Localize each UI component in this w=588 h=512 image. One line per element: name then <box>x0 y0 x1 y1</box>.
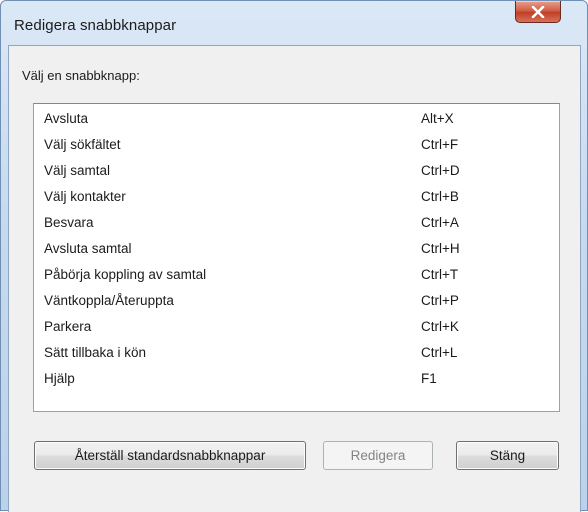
shortcut-command: Sätt tillbaka i kön <box>44 345 147 360</box>
shortcut-row[interactable]: Hjälp F1 <box>34 367 559 393</box>
title-bar[interactable]: Redigera snabbknappar <box>1 1 587 45</box>
shortcut-key: Alt+X <box>421 111 454 126</box>
shortcut-row[interactable]: Parkera Ctrl+K <box>34 315 559 341</box>
shortcut-key: Ctrl+A <box>421 215 459 230</box>
dialog-window: Redigera snabbknappar Välj en snabbknapp… <box>0 0 588 512</box>
window-title: Redigera snabbknappar <box>14 17 177 34</box>
shortcut-command: Påbörja koppling av samtal <box>44 267 207 282</box>
shortcut-command: Hjälp <box>44 371 75 386</box>
shortcut-command: Väntkoppla/Återuppta <box>44 293 174 308</box>
dialog-body: Välj en snabbknapp: Avsluta Alt+X Välj s… <box>8 45 581 512</box>
shortcut-row[interactable]: Avsluta samtal Ctrl+H <box>34 237 559 263</box>
shortcut-key: Ctrl+L <box>421 345 458 360</box>
shortcut-row[interactable]: Väntkoppla/Återuppta Ctrl+P <box>34 289 559 315</box>
window-close-button[interactable] <box>515 1 561 23</box>
shortcut-key: Ctrl+T <box>421 267 459 282</box>
shortcut-row[interactable]: Avsluta Alt+X <box>34 107 559 133</box>
shortcut-command: Välj kontakter <box>44 189 126 204</box>
close-button[interactable]: Stäng <box>456 441 559 470</box>
shortcut-key: Ctrl+B <box>421 189 459 204</box>
shortcut-key: F1 <box>421 371 437 386</box>
shortcut-command: Välj samtal <box>44 163 111 178</box>
shortcut-row[interactable]: Välj sökfältet Ctrl+F <box>34 133 559 159</box>
edit-button[interactable]: Redigera <box>323 441 433 470</box>
shortcut-row[interactable]: Välj kontakter Ctrl+B <box>34 185 559 211</box>
shortcut-key: Ctrl+K <box>421 319 459 334</box>
shortcut-command: Välj sökfältet <box>44 137 121 152</box>
shortcut-key: Ctrl+H <box>421 241 460 256</box>
shortcut-row[interactable]: Sätt tillbaka i kön Ctrl+L <box>34 341 559 367</box>
shortcut-key: Ctrl+D <box>421 163 460 178</box>
shortcut-key: Ctrl+P <box>421 293 459 308</box>
shortcut-row[interactable]: Besvara Ctrl+A <box>34 211 559 237</box>
shortcut-command: Avsluta <box>44 111 89 126</box>
close-icon <box>531 5 545 18</box>
select-shortcut-label: Välj en snabbknapp: <box>22 68 140 83</box>
shortcut-row[interactable]: Påbörja koppling av samtal Ctrl+T <box>34 263 559 289</box>
shortcut-command: Avsluta samtal <box>44 241 132 256</box>
shortcut-command: Parkera <box>44 319 92 334</box>
shortcut-command: Besvara <box>44 215 94 230</box>
shortcut-key: Ctrl+F <box>421 137 459 152</box>
reset-defaults-button[interactable]: Återställ standardsnabbknappar <box>34 441 306 470</box>
shortcut-row[interactable]: Välj samtal Ctrl+D <box>34 159 559 185</box>
shortcut-list[interactable]: Avsluta Alt+X Välj sökfältet Ctrl+F Välj… <box>33 103 560 412</box>
